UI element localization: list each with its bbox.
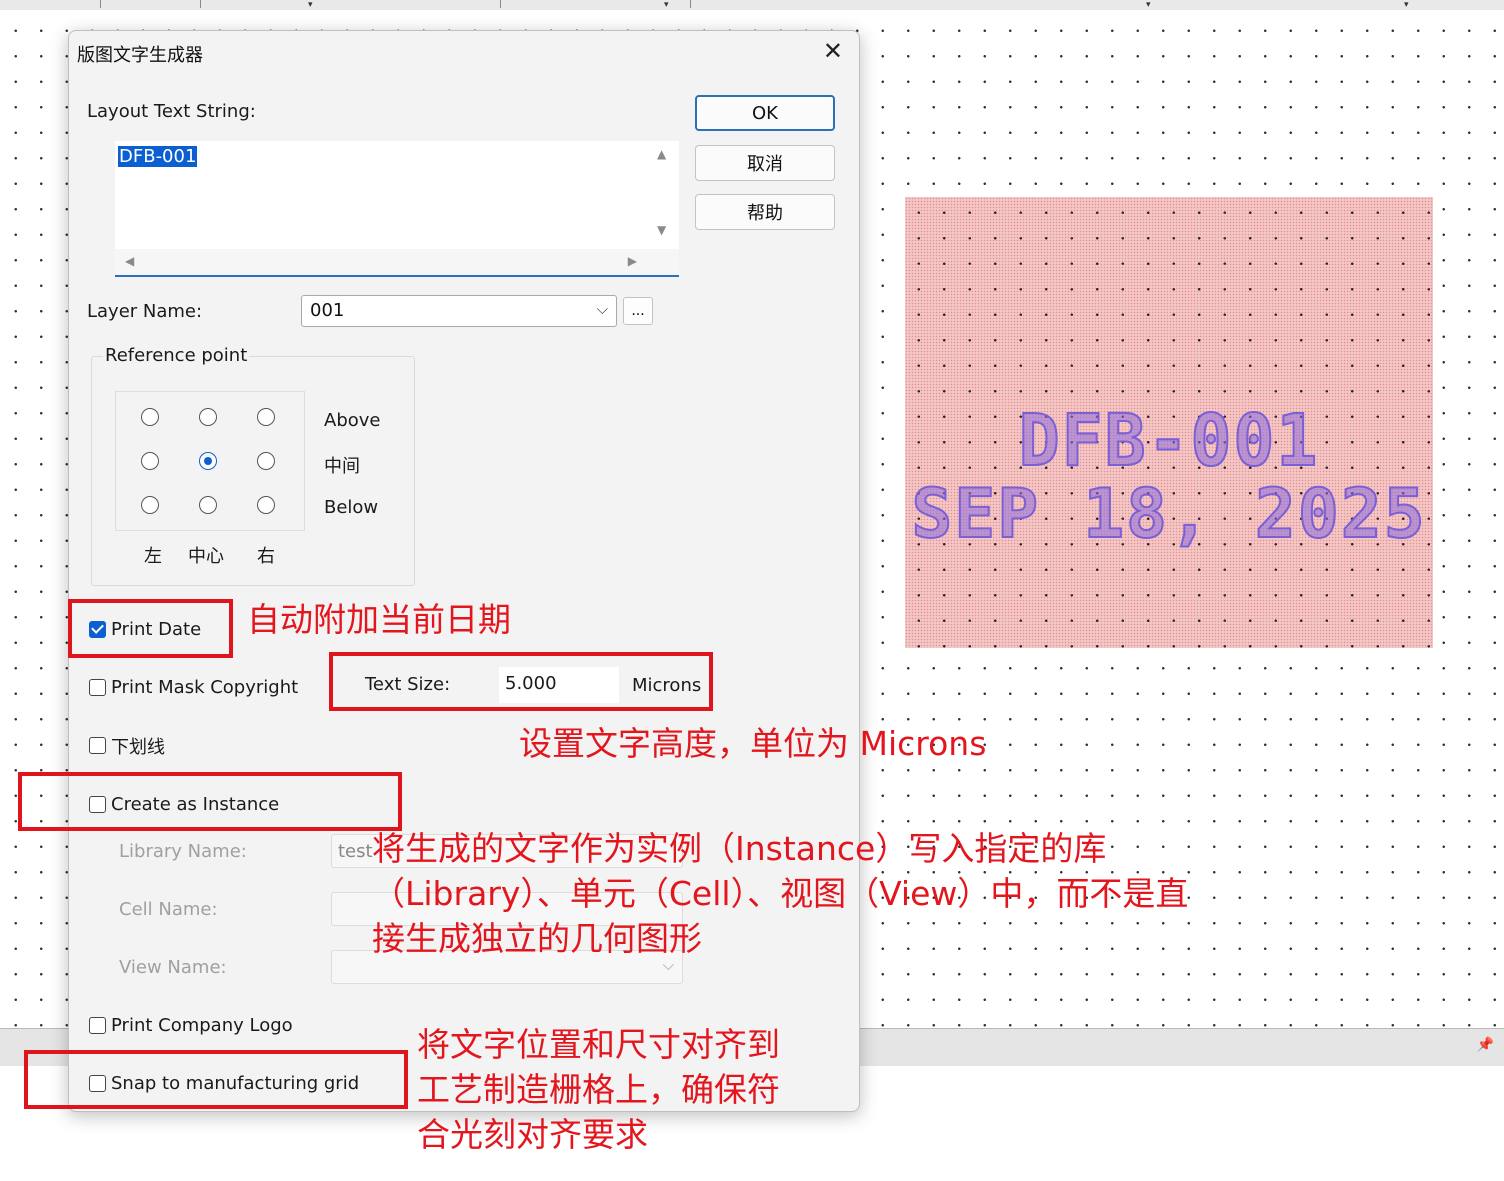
annotation-note-print-date: 自动附加当前日期 <box>247 600 511 639</box>
row-label-above: Above <box>324 410 381 431</box>
annotation-note-instance-1: 将生成的文字作为实例（Instance）写入指定的库 <box>372 829 1107 868</box>
layout-text-label: Layout Text String: <box>87 101 256 122</box>
cancel-button[interactable]: 取消 <box>695 145 835 181</box>
radio-below-center[interactable] <box>199 496 217 514</box>
layout-text-input[interactable]: DFB-001 ▲ ▼ ◀ ▶ <box>115 141 679 277</box>
layout-text-preview: DFB-001 SEP 18, 2025 <box>905 197 1433 648</box>
annotation-note-snap-3: 合光刻对齐要求 <box>417 1115 648 1154</box>
radio-above-center[interactable] <box>199 408 217 426</box>
scroll-up-icon[interactable]: ▲ <box>657 147 666 161</box>
view-name-label: View Name: <box>119 957 227 978</box>
horizontal-scrollbar[interactable]: ◀ ▶ <box>115 249 679 275</box>
reference-point-group: Above 中间 Below 左 中心 右 <box>91 356 415 586</box>
library-name-value: test <box>338 841 373 862</box>
annotation-note-snap-2: 工艺制造栅格上，确保符 <box>417 1070 780 1109</box>
row-label-middle: 中间 <box>324 456 360 477</box>
annotation-box-snap-grid <box>24 1050 408 1109</box>
radio-middle-left[interactable] <box>141 452 159 470</box>
ok-button[interactable]: OK <box>695 95 835 131</box>
preview-text-line1: DFB-001 <box>1018 399 1320 484</box>
annotation-box-print-date <box>68 599 233 658</box>
col-label-center: 中心 <box>188 546 224 567</box>
help-button[interactable]: 帮助 <box>695 194 835 230</box>
radio-above-right[interactable] <box>257 408 275 426</box>
radio-below-left[interactable] <box>141 496 159 514</box>
scroll-right-icon[interactable]: ▶ <box>628 254 637 268</box>
toolbar-separator <box>100 0 101 8</box>
radio-above-left[interactable] <box>141 408 159 426</box>
radio-middle-center[interactable] <box>199 452 217 470</box>
annotation-box-text-size <box>329 652 713 711</box>
toolbar-dropdown-icon[interactable]: ▾ <box>1146 0 1151 10</box>
col-label-right: 右 <box>257 546 275 567</box>
layer-name-label: Layer Name: <box>87 301 203 322</box>
layer-browse-button[interactable]: ... <box>623 297 653 325</box>
scroll-down-icon[interactable]: ▼ <box>657 223 666 237</box>
radio-below-right[interactable] <box>257 496 275 514</box>
toolbar-separator <box>500 0 501 8</box>
pin-icon[interactable]: 📌 <box>1477 1037 1494 1053</box>
reference-point-title: Reference point <box>103 345 250 366</box>
print-mask-copyright-checkbox[interactable] <box>89 679 106 696</box>
col-label-left: 左 <box>144 546 162 567</box>
company-logo-checkbox[interactable] <box>89 1017 106 1034</box>
annotation-box-create-instance <box>18 772 402 831</box>
toolbar-dropdown-icon[interactable]: ▾ <box>308 0 313 10</box>
close-icon[interactable]: ✕ <box>823 37 843 65</box>
toolbar-dropdown-icon[interactable]: ▾ <box>664 0 669 10</box>
print-mask-copyright-label[interactable]: Print Mask Copyright <box>111 677 298 698</box>
layout-text-value[interactable]: DFB-001 <box>118 146 198 167</box>
vertical-scrollbar[interactable]: ▲ ▼ <box>647 141 679 251</box>
library-name-label: Library Name: <box>119 841 247 862</box>
chevron-down-icon: ⌵ <box>596 300 608 318</box>
radio-middle-right[interactable] <box>257 452 275 470</box>
layer-name-select[interactable]: 001 ⌵ <box>301 295 617 327</box>
toolbar-separator <box>200 0 201 8</box>
row-label-below: Below <box>324 497 379 518</box>
cell-name-label: Cell Name: <box>119 899 218 920</box>
annotation-note-instance-3: 接生成独立的几何图形 <box>372 919 702 958</box>
annotation-note-snap-1: 将文字位置和尺寸对齐到 <box>417 1025 780 1064</box>
company-logo-label[interactable]: Print Company Logo <box>111 1015 293 1036</box>
layer-name-value: 001 <box>310 300 345 321</box>
annotation-note-instance-2: （Library）、单元（Cell）、视图（View）中，而不是直 <box>372 874 1189 913</box>
underline-label[interactable]: 下划线 <box>111 733 165 759</box>
toolbar-separator <box>690 0 691 8</box>
scroll-left-icon[interactable]: ◀ <box>125 254 134 268</box>
preview-text-line2: SEP 18, 2025 <box>910 474 1427 555</box>
toolbar-dropdown-icon[interactable]: ▾ <box>1404 0 1409 10</box>
annotation-note-text-size: 设置文字高度，单位为 Microns <box>519 724 987 763</box>
reference-point-grid <box>115 391 305 531</box>
underline-checkbox[interactable] <box>89 737 106 754</box>
dialog-title: 版图文字生成器 <box>77 45 203 66</box>
